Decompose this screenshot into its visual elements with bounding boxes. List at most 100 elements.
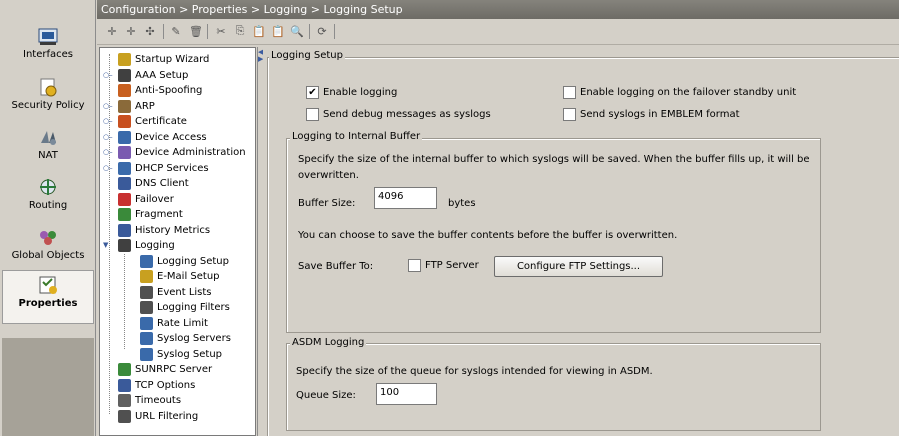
cut-icon[interactable]: ✂ [214, 24, 228, 38]
tree-item-sunrpc-server[interactable]: SUNRPC Server [118, 362, 212, 377]
nav-item-global-objects[interactable]: Global Objects [2, 223, 94, 271]
nav-item-properties[interactable]: Properties [2, 270, 94, 324]
tree-item-anti-spoofing[interactable]: Anti-Spoofing [118, 83, 202, 98]
nav-item-label: Global Objects [11, 250, 85, 261]
nav-item-security-policy[interactable]: Security Policy [2, 73, 94, 121]
network-card-icon [38, 28, 58, 45]
expand-toggle-icon[interactable]: ○– [103, 164, 113, 172]
collapse-toggle-icon[interactable]: ▼ [103, 241, 108, 249]
enable-failover-box[interactable] [563, 86, 576, 99]
tree-item-label: Logging [135, 240, 175, 251]
delete-icon[interactable]: 🗑 [189, 24, 203, 38]
device-admin-icon [118, 146, 131, 159]
paste-icon[interactable]: 📋 [252, 24, 266, 38]
buffer-size-input[interactable]: 4096 [374, 187, 437, 209]
logging-setup-panel: Logging Setup ✔ Enable logging Enable lo… [263, 47, 899, 436]
expand-toggle-icon[interactable]: ○– [103, 133, 113, 141]
tree-item-history-metrics[interactable]: History Metrics [118, 223, 210, 238]
send-emblem-label: Send syslogs in EMBLEM format [580, 109, 740, 120]
tree-item-timeouts[interactable]: Timeouts [118, 393, 181, 408]
find-icon[interactable]: 🔍 [290, 24, 304, 38]
insert-icon[interactable]: ✣ [143, 24, 157, 38]
tree-item-label: Logging Setup [157, 255, 229, 267]
global-objects-icon [40, 231, 56, 245]
tree-item-event-lists[interactable]: Event Lists [140, 285, 212, 300]
nav-item-routing[interactable]: Routing [2, 173, 94, 221]
enable-logging-checkbox[interactable]: ✔ Enable logging [306, 86, 397, 99]
tree-item-fragment[interactable]: Fragment [118, 207, 183, 222]
tree-item-label: Device Access [135, 131, 207, 143]
tree-item-e-mail-setup[interactable]: E-Mail Setup [140, 269, 220, 284]
tree-item-dhcp-services[interactable]: DHCP Services [118, 161, 209, 176]
send-debug-checkbox[interactable]: Send debug messages as syslogs [306, 108, 491, 121]
tree-item-rate-limit[interactable]: Rate Limit [140, 316, 208, 331]
refresh-icon[interactable]: ⟳ [315, 24, 329, 38]
tree-item-label: DNS Client [135, 178, 189, 189]
tree-item-device-administration[interactable]: Device Administration [118, 145, 246, 160]
configure-ftp-settings-button[interactable]: Configure FTP Settings... [494, 256, 663, 277]
email-setup-icon [140, 270, 153, 283]
add-icon[interactable]: ✛ [105, 24, 119, 38]
ftp-server-checkbox[interactable]: FTP Server [408, 259, 479, 272]
buffer-description-line2: overwritten. [298, 170, 359, 181]
arp-icon [118, 99, 131, 113]
tree-item-logging-setup[interactable]: Logging Setup [140, 254, 229, 269]
expand-toggle-icon[interactable]: ○– [103, 148, 113, 156]
nat-icon [41, 131, 56, 145]
queue-size-input[interactable]: 100 [376, 383, 437, 405]
sunrpc-icon [118, 363, 131, 376]
tree-item-logging[interactable]: Logging [118, 238, 175, 253]
asdm-groupbox [286, 343, 821, 431]
copy-icon[interactable]: ⎘ [233, 24, 247, 38]
logging-filters-icon [140, 301, 153, 314]
send-emblem-box[interactable] [563, 108, 576, 121]
syslog-servers-icon [140, 332, 153, 345]
tree-item-label: Startup Wizard [135, 54, 210, 65]
tree-item-url-filtering[interactable]: URL Filtering [118, 409, 198, 424]
tree-item-logging-filters[interactable]: Logging Filters [140, 300, 230, 315]
expand-toggle-icon[interactable]: ○– [103, 117, 113, 125]
send-emblem-checkbox[interactable]: Send syslogs in EMBLEM format [563, 108, 740, 121]
tree-item-failover[interactable]: Failover [118, 192, 174, 207]
nav-item-label: Routing [28, 200, 68, 211]
tree-item-label: History Metrics [135, 224, 211, 236]
enable-logging-box[interactable]: ✔ [306, 86, 319, 99]
tree-item-syslog-setup[interactable]: Syslog Setup [140, 347, 222, 362]
tree-item-label: AAA Setup [135, 69, 189, 81]
tree-item-dns-client[interactable]: DNS Client [118, 176, 189, 191]
enable-failover-checkbox[interactable]: Enable logging on the failover standby u… [563, 86, 796, 99]
save-buffer-label: Save Buffer To: [298, 261, 374, 272]
tree-item-syslog-servers[interactable]: Syslog Servers [140, 331, 231, 346]
nav-item-interfaces[interactable]: Interfaces [2, 22, 94, 70]
tree-item-label: TCP Options [135, 379, 196, 391]
buffer-group-title: Logging to Internal Buffer [290, 131, 423, 142]
expand-toggle-icon[interactable]: ○– [103, 102, 113, 110]
tree-item-tcp-options[interactable]: TCP Options [118, 378, 195, 393]
expand-toggle-icon[interactable]: ○– [103, 71, 113, 79]
tree-item-label: DHCP Services [135, 162, 209, 174]
paste-alt-icon[interactable]: 📋 [271, 24, 285, 38]
tree-item-aaa-setup[interactable]: AAA Setup [118, 68, 188, 83]
logging-setup-icon [140, 254, 153, 268]
nav-item-label: Interfaces [23, 49, 73, 60]
toolbar: ✛ ✛ ✣ ✎ 🗑 ✂ ⎘ 📋 📋 🔍 ⟳ [97, 19, 899, 45]
properties-tree: Startup Wizard ○– AAA Setup Anti-Spoofing ○–… [99, 47, 256, 436]
logging-icon [118, 239, 131, 252]
aaa-icon [118, 68, 131, 82]
tree-item-startup-wizard[interactable]: Startup Wizard [118, 52, 209, 67]
ftp-server-box[interactable] [408, 259, 421, 272]
save-buffer-note: You can choose to save the buffer conten… [298, 230, 678, 241]
nav-item-nat[interactable]: NAT [2, 123, 94, 171]
tree-item-arp[interactable]: ARP [118, 99, 155, 114]
add-alt-icon[interactable]: ✛ [124, 24, 138, 38]
send-debug-box[interactable] [306, 108, 319, 121]
toolbar-separator [334, 24, 335, 39]
tree-item-label: Syslog Servers [157, 333, 231, 344]
tree-item-certificate[interactable]: Certificate [118, 114, 187, 129]
tree-item-label: Timeouts [135, 395, 182, 406]
tree-item-device-access[interactable]: Device Access [118, 130, 207, 145]
asdm-description: Specify the size of the queue for syslog… [296, 366, 653, 377]
edit-icon[interactable]: ✎ [169, 24, 183, 38]
queue-size-label: Queue Size: [296, 390, 356, 401]
device-access-icon [118, 130, 131, 144]
